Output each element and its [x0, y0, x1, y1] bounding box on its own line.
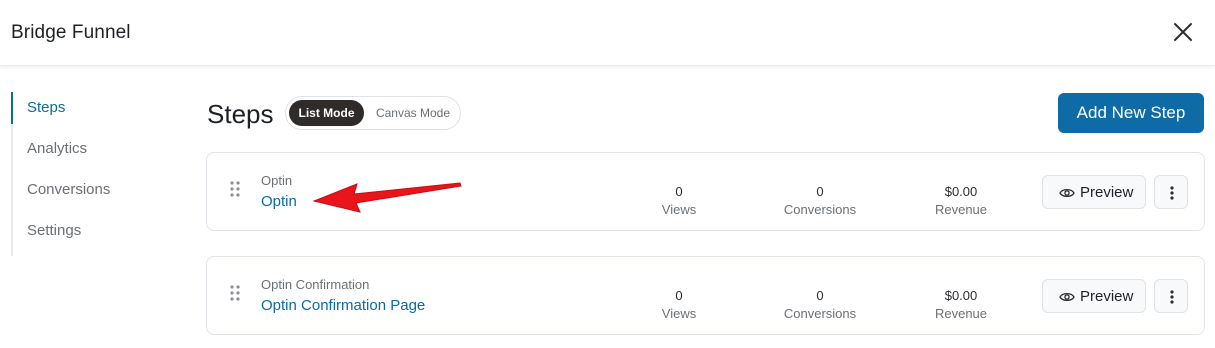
- revenue-value: $0.00: [944, 288, 978, 303]
- views-value: 0: [675, 288, 683, 303]
- views-stat: 0 Views: [614, 183, 744, 219]
- views-label: Views: [661, 306, 697, 321]
- views-label: Views: [661, 202, 697, 217]
- preview-button[interactable]: Preview: [1042, 175, 1146, 209]
- conversions-stat: 0 Conversions: [755, 287, 885, 323]
- more-options-button[interactable]: [1154, 279, 1188, 313]
- close-icon[interactable]: [1170, 19, 1196, 45]
- step-name-link[interactable]: Optin Confirmation Page: [261, 297, 425, 314]
- sidebar-item-steps[interactable]: Steps: [11, 92, 161, 133]
- page-title: Steps: [207, 99, 274, 129]
- side-navigation: Steps Analytics Conversions Settings: [11, 92, 161, 256]
- preview-label: Preview: [1080, 288, 1134, 305]
- add-new-step-button[interactable]: Add New Step: [1058, 93, 1204, 133]
- revenue-stat: $0.00 Revenue: [896, 287, 1026, 323]
- drag-handle-icon[interactable]: [229, 284, 241, 302]
- preview-label: Preview: [1080, 184, 1134, 201]
- drag-handle-icon[interactable]: [229, 180, 241, 198]
- revenue-label: Revenue: [934, 306, 988, 321]
- step-card: Optin Confirmation Optin Confirmation Pa…: [206, 256, 1205, 335]
- sidebar-item-analytics[interactable]: Analytics: [13, 133, 161, 174]
- step-card: Optin Optin 0 Views 0 Conversions $0.00 …: [206, 152, 1205, 231]
- step-type: Optin: [261, 173, 293, 188]
- kebab-menu-icon: [1170, 290, 1174, 304]
- kebab-menu-icon: [1170, 186, 1174, 200]
- eye-icon: [1059, 292, 1075, 302]
- conversions-value: 0: [816, 184, 824, 199]
- revenue-label: Revenue: [934, 202, 988, 217]
- list-mode-button[interactable]: List Mode: [289, 100, 364, 126]
- conversions-label: Conversions: [783, 306, 857, 321]
- conversions-value: 0: [816, 288, 824, 303]
- preview-button[interactable]: Preview: [1042, 279, 1146, 313]
- views-value: 0: [675, 184, 683, 199]
- eye-icon: [1059, 188, 1075, 198]
- modal-header: Bridge Funnel: [0, 0, 1215, 66]
- sidebar-item-conversions[interactable]: Conversions: [13, 174, 161, 215]
- views-stat: 0 Views: [614, 287, 744, 323]
- step-name-link[interactable]: Optin: [261, 193, 297, 210]
- more-options-button[interactable]: [1154, 175, 1188, 209]
- sidebar-item-settings[interactable]: Settings: [13, 215, 161, 256]
- revenue-stat: $0.00 Revenue: [896, 183, 1026, 219]
- canvas-mode-button[interactable]: Canvas Mode: [368, 100, 458, 126]
- conversions-stat: 0 Conversions: [755, 183, 885, 219]
- conversions-label: Conversions: [783, 202, 857, 217]
- view-mode-toggle: List Mode Canvas Mode: [285, 96, 461, 130]
- revenue-value: $0.00: [944, 184, 978, 199]
- modal-title: Bridge Funnel: [11, 22, 131, 43]
- step-type: Optin Confirmation: [261, 277, 370, 292]
